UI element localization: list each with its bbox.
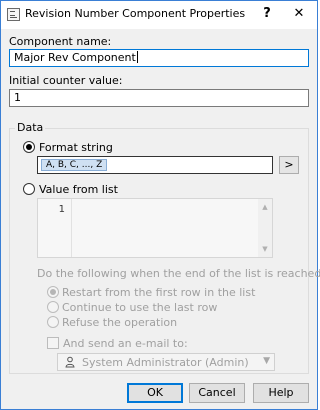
line-number-gutter: 1 xyxy=(38,199,72,257)
initial-counter-label: Initial counter value: xyxy=(9,74,123,87)
format-insert-button[interactable]: > xyxy=(279,156,299,174)
component-name-value: Major Rev Component xyxy=(14,51,136,64)
cancel-button[interactable]: Cancel xyxy=(189,383,245,403)
refuse-label[interactable]: Refuse the operation xyxy=(62,316,177,329)
end-of-list-prompt: Do the following when the end of the lis… xyxy=(37,267,320,280)
email-recipient-select[interactable]: System Administrator (Admin) ▼ xyxy=(57,353,275,371)
component-name-label: Component name: xyxy=(9,35,112,48)
format-token[interactable]: A, B, C, ..., Z xyxy=(41,159,108,171)
user-icon xyxy=(65,356,75,368)
restart-label[interactable]: Restart from the first row in the list xyxy=(62,286,255,299)
line-number: 1 xyxy=(58,204,65,215)
value-from-list-label[interactable]: Value from list xyxy=(39,183,118,196)
value-list-editor[interactable]: 1 ▲ ▼ xyxy=(37,198,273,258)
value-from-list-radio[interactable] xyxy=(23,183,35,195)
component-name-input[interactable]: Major Rev Component xyxy=(9,49,309,67)
format-string-radio[interactable] xyxy=(23,141,35,153)
format-string-field[interactable]: A, B, C, ..., Z xyxy=(37,156,273,174)
help-title-button[interactable]: ? xyxy=(257,4,277,24)
email-recipient-value: System Administrator (Admin) xyxy=(82,356,249,369)
format-string-label[interactable]: Format string xyxy=(39,141,113,154)
text-caret xyxy=(136,51,138,63)
continue-radio[interactable] xyxy=(47,301,59,313)
properties-dialog: Revision Number Component Properties ? ✕… xyxy=(0,0,320,410)
data-group-title: Data xyxy=(15,121,46,134)
initial-counter-input[interactable]: 1 xyxy=(9,89,309,107)
send-email-checkbox[interactable] xyxy=(47,337,59,349)
title-bar: Revision Number Component Properties ? ✕ xyxy=(1,1,317,29)
chevron-down-icon: ▼ xyxy=(263,356,270,366)
close-button[interactable]: ✕ xyxy=(289,4,309,24)
continue-label[interactable]: Continue to use the last row xyxy=(62,301,217,314)
app-icon xyxy=(7,8,20,21)
help-button[interactable]: Help xyxy=(253,383,309,403)
send-email-label[interactable]: And send an e-mail to: xyxy=(63,337,188,350)
window-title: Revision Number Component Properties xyxy=(25,7,246,20)
scroll-down-icon[interactable]: ▼ xyxy=(258,243,272,255)
refuse-radio[interactable] xyxy=(47,316,59,328)
ok-button[interactable]: OK xyxy=(127,383,183,403)
list-scrollbar[interactable]: ▲ ▼ xyxy=(258,199,272,257)
restart-radio[interactable] xyxy=(47,286,59,298)
initial-counter-value: 1 xyxy=(14,91,21,104)
scroll-up-icon[interactable]: ▲ xyxy=(258,201,272,213)
